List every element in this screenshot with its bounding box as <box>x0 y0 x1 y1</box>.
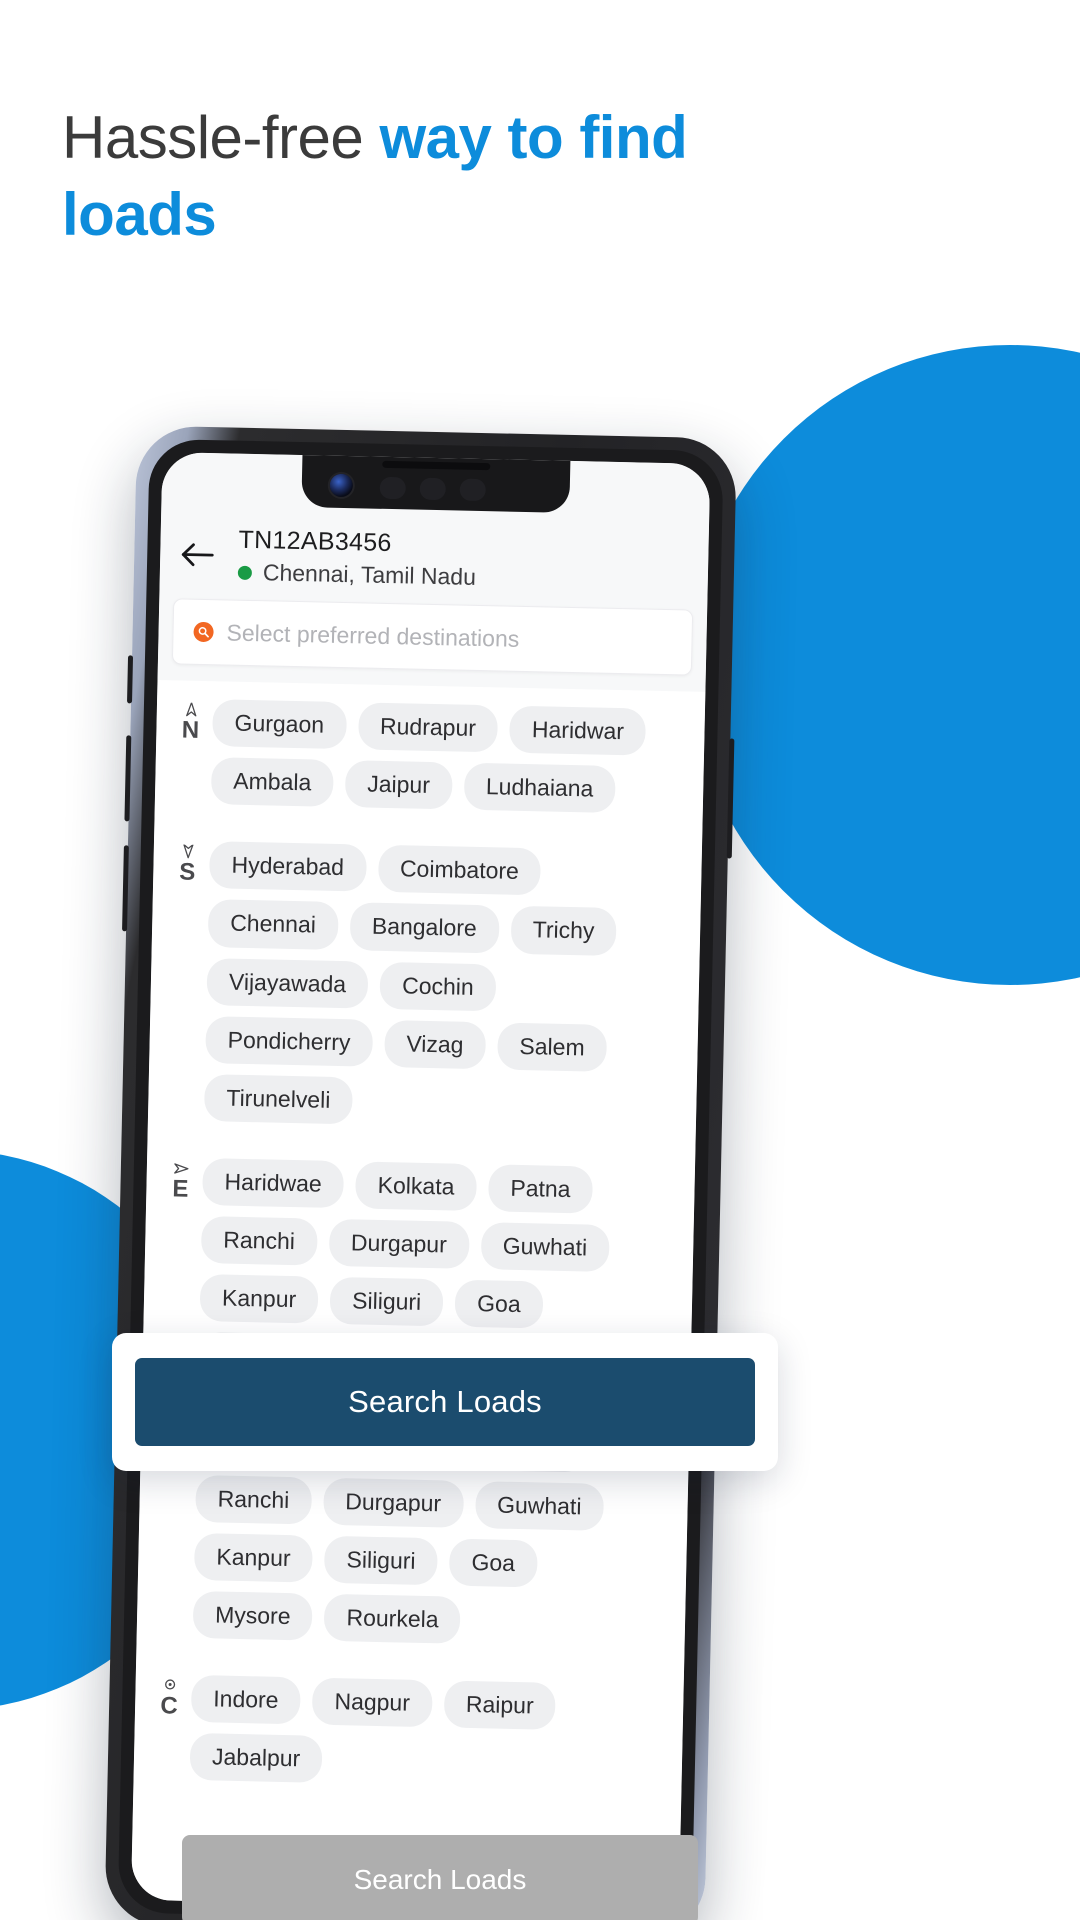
city-chip[interactable]: Coimbatore <box>377 845 542 896</box>
compass-south-icon: S <box>167 840 208 889</box>
bottom-cta-card: Search Loads <box>112 1333 778 1471</box>
ir-sensor-icon <box>459 478 486 502</box>
direction-group-north: N Gurgaon Rudrapur Haridwar Ambala Jaipur Lud… <box>169 698 691 826</box>
city-chip[interactable]: Indore <box>190 1674 302 1725</box>
city-chip[interactable]: Haridwar <box>509 705 647 756</box>
phone-silent-switch <box>127 655 134 704</box>
city-chip[interactable]: Patna <box>487 1164 593 1214</box>
earpiece-speaker-icon <box>382 460 491 471</box>
city-chip[interactable]: Rourkela <box>324 1593 462 1644</box>
compass-central-icon: C <box>149 1674 190 1723</box>
city-chip[interactable]: Cochin <box>379 961 497 1012</box>
direction-letter-north: N <box>181 716 200 744</box>
city-chip[interactable]: Tirunelveli <box>203 1073 353 1125</box>
city-chip[interactable]: Hyderabad <box>208 841 367 892</box>
header-text-block: TN12AB3456 Chennai, Tamil Nadu <box>237 525 477 591</box>
city-chip[interactable]: Ranchi <box>195 1474 312 1525</box>
back-button[interactable] <box>174 531 221 578</box>
city-chip[interactable]: Goa <box>454 1279 544 1329</box>
hero-headline-accent-2: loads <box>62 180 217 248</box>
compass-north-icon: N <box>170 698 211 747</box>
screenshot-root: Hassle-free way to find loads TN12AB3456… <box>0 0 1080 1920</box>
city-chip[interactable]: Trichy <box>510 906 617 956</box>
ambient-sensor-icon <box>419 477 446 501</box>
status-dot-icon <box>237 565 253 580</box>
secondary-search-loads-button[interactable]: Search Loads <box>182 1835 698 1920</box>
current-location-label: Chennai, Tamil Nadu <box>262 559 477 590</box>
search-placeholder: Select preferred destinations <box>226 618 520 652</box>
decorative-blob-right <box>690 345 1080 985</box>
direction-group-central: C Indore Nagpur Raipur Jabalpur <box>147 1674 669 1802</box>
city-chip[interactable]: Vizag <box>383 1019 487 1069</box>
phone-mockup: TN12AB3456 Chennai, Tamil Nadu Select pr… <box>104 425 737 1920</box>
destination-groups-list: N Gurgaon Rudrapur Haridwar Ambala Jaipur Lud… <box>130 679 706 1912</box>
city-chip[interactable]: Ambala <box>210 757 334 808</box>
compass-east-icon: E <box>160 1157 201 1206</box>
destination-search-field[interactable]: Select preferred destinations <box>171 598 694 676</box>
city-chip[interactable]: Pondicherry <box>205 1015 373 1067</box>
search-icon <box>193 621 214 643</box>
city-chip[interactable]: Siliguri <box>324 1535 439 1586</box>
city-chip[interactable]: Kanpur <box>193 1532 314 1583</box>
city-chip[interactable]: Goa <box>449 1538 538 1588</box>
current-location-row: Chennai, Tamil Nadu <box>237 559 477 591</box>
city-chip[interactable]: Chennai <box>207 899 339 950</box>
front-camera-icon <box>329 473 354 498</box>
direction-letter-south: S <box>179 858 196 887</box>
phone-screen: TN12AB3456 Chennai, Tamil Nadu Select pr… <box>130 452 711 1912</box>
search-section: Select preferred destinations <box>157 597 708 692</box>
proximity-sensor-icon <box>379 476 407 500</box>
city-chip[interactable]: Durgapur <box>328 1218 470 1270</box>
city-chip[interactable]: Ludhaiana <box>463 762 616 814</box>
city-chip[interactable]: Jaipur <box>344 760 453 810</box>
city-chip[interactable]: Kolkata <box>355 1161 477 1212</box>
chip-list-central: Indore Nagpur Raipur Jabalpur <box>189 1674 669 1802</box>
city-chip[interactable]: Vijayawada <box>206 957 369 1009</box>
direction-letter-east: E <box>172 1175 189 1203</box>
city-chip[interactable]: Guwhati <box>474 1480 604 1531</box>
chip-list-north: Gurgaon Rudrapur Haridwar Ambala Jaipur Ludha… <box>210 699 691 826</box>
city-chip[interactable]: Guwhati <box>480 1222 610 1273</box>
city-chip[interactable]: Jabalpur <box>189 1732 323 1783</box>
search-loads-button[interactable]: Search Loads <box>135 1358 755 1446</box>
city-chip[interactable]: Rudrapur <box>357 702 499 753</box>
city-chip[interactable]: Mysore <box>192 1590 314 1641</box>
city-chip[interactable]: Haridwae <box>202 1157 345 1209</box>
hero-headline-accent-1: way to find <box>379 104 688 171</box>
city-chip[interactable]: Nagpur <box>311 1677 433 1728</box>
city-chip[interactable]: Durgapur <box>322 1477 464 1528</box>
hero-headline: Hassle-free way to find loads <box>62 100 822 254</box>
direction-letter-central: C <box>160 1692 179 1720</box>
city-chip[interactable]: Kanpur <box>199 1274 319 1324</box>
city-chip[interactable]: Raipur <box>443 1680 557 1730</box>
city-chip[interactable]: Salem <box>496 1022 608 1072</box>
chip-list-south: Hyderabad Coimbatore Chennai Bangalore Trich… <box>203 841 688 1142</box>
city-chip[interactable]: Gurgaon <box>212 699 347 750</box>
phone-notch <box>301 453 571 513</box>
hero-headline-plain: Hassle-free <box>62 104 380 171</box>
direction-group-south: S Hyderabad Coimbatore Chennai Bangalore Tri… <box>162 840 688 1142</box>
city-chip[interactable]: Bangalore <box>349 902 500 953</box>
city-chip[interactable]: Siliguri <box>329 1277 444 1327</box>
city-chip[interactable]: Ranchi <box>200 1216 318 1266</box>
vehicle-number: TN12AB3456 <box>238 525 392 558</box>
